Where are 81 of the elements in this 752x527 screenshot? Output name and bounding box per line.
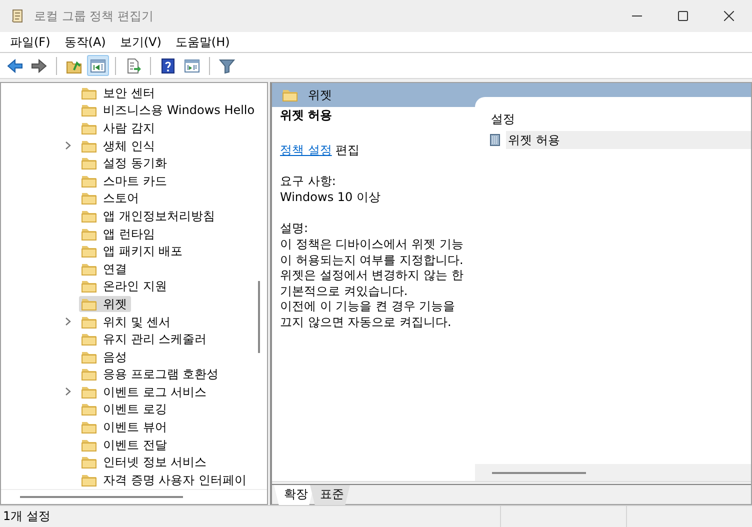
filter-icon xyxy=(219,58,235,74)
folder-icon xyxy=(81,103,97,118)
folder-icon xyxy=(81,332,97,346)
description-label: 설명: xyxy=(280,221,310,237)
tree-item[interactable]: 연결 xyxy=(79,260,131,277)
tree-item[interactable]: 위젯 xyxy=(79,296,131,312)
menu-item[interactable]: 동작(A) xyxy=(57,32,113,52)
tree-item[interactable]: 이벤트 로그 서비스 xyxy=(79,384,211,400)
close-icon[interactable] xyxy=(724,11,734,21)
folder-icon xyxy=(81,420,97,434)
folder-icon xyxy=(81,296,97,311)
tree-item[interactable]: 보안 센터 xyxy=(79,84,159,101)
horizontal-scrollbar[interactable] xyxy=(475,464,751,481)
expand-chevron-icon[interactable] xyxy=(65,317,71,326)
tree-item[interactable]: 사람 감지 xyxy=(79,120,159,136)
status-text: 1개 설정 xyxy=(2,508,52,525)
window-title: 로컬 그룹 정책 편집기 xyxy=(34,8,154,24)
folder-icon xyxy=(81,120,97,135)
show-tree-icon xyxy=(90,58,106,74)
view-tab[interactable]: 확장 xyxy=(274,485,314,505)
folder-icon xyxy=(81,156,97,170)
policy-settings-link[interactable]: 정책 설정 xyxy=(280,142,332,157)
folder-icon xyxy=(81,191,97,206)
expand-chevron-icon[interactable] xyxy=(65,387,71,396)
requirements-text: Windows 10 이상 xyxy=(280,190,382,206)
tree-item[interactable]: 스토어 xyxy=(79,190,143,206)
description-text: 이전에 이 기능을 켠 경우 기능을 끄지 않으면 자동으로 켜집니다. xyxy=(280,299,456,331)
back-arrow-icon xyxy=(7,58,23,74)
tree-item[interactable]: 인터넷 정보 서비스 xyxy=(79,454,211,470)
pane-header-title: 위젯 xyxy=(308,86,332,104)
menu-item[interactable]: 파일(F) xyxy=(3,32,58,52)
tree-item[interactable]: 비즈니스용 Windows Hello xyxy=(79,102,254,118)
tree-item[interactable]: 이벤트 전달 xyxy=(79,436,171,453)
tree-item[interactable]: 이벤트 로깅 xyxy=(79,401,171,418)
folder-icon xyxy=(81,384,97,399)
column-header[interactable]: 설정 xyxy=(475,112,751,131)
tree-item[interactable]: 앱 개인정보처리방침 xyxy=(79,208,219,224)
folder-icon xyxy=(81,86,97,100)
folder-icon xyxy=(81,279,97,294)
tree-item[interactable]: 설정 동기화 xyxy=(79,155,171,172)
folder-icon xyxy=(81,262,97,276)
folder-icon xyxy=(81,208,97,223)
tree-item[interactable]: 앱 패키지 배포 xyxy=(79,243,187,260)
action-pane-icon xyxy=(184,58,200,74)
tree-item[interactable]: 온라인 지원 xyxy=(79,278,171,294)
tree-item[interactable]: 스마트 카드 xyxy=(79,172,171,189)
folder-icon xyxy=(81,174,97,188)
setting-row[interactable]: 위젯 허용 xyxy=(506,131,751,149)
folder-icon xyxy=(282,88,298,102)
view-tab[interactable]: 표준 xyxy=(310,485,350,505)
help-icon xyxy=(160,58,176,74)
folder-icon xyxy=(81,244,97,258)
folder-icon xyxy=(81,350,97,364)
forward-arrow-icon xyxy=(31,58,47,74)
policy-setting-icon xyxy=(490,134,500,146)
maximize-icon[interactable] xyxy=(678,11,688,21)
folder-icon xyxy=(81,472,97,487)
tree-item[interactable]: 이벤트 뷰어 xyxy=(79,419,171,436)
folder-icon xyxy=(81,226,97,241)
tree-item[interactable]: 자격 증명 사용자 인터페이 xyxy=(79,472,250,488)
edit-label: 편집 xyxy=(336,142,360,157)
tree-item[interactable]: 음성 xyxy=(79,348,131,365)
folder-icon xyxy=(81,455,97,470)
description-text: 이 정책은 디바이스에서 위젯 기능이 허용되는지 여부를 지정합니다. xyxy=(280,236,464,268)
folder-icon xyxy=(81,138,97,153)
requirements-label: 요구 사항: xyxy=(280,174,337,190)
description-text: 위젯은 설정에서 변경하지 않는 한 기본적으로 켜있습니다. xyxy=(280,268,464,300)
folder-icon xyxy=(81,367,97,382)
expand-chevron-icon[interactable] xyxy=(65,141,71,150)
tree-item[interactable]: 응용 프로그램 호환성 xyxy=(79,366,223,382)
menu-item[interactable]: 도움말(H) xyxy=(168,32,237,52)
folder-icon xyxy=(81,314,97,329)
tree-item[interactable]: 위치 및 센서 xyxy=(79,314,175,330)
export-list-icon xyxy=(125,58,141,74)
policy-title: 위젯 허용 xyxy=(280,108,334,124)
tree-item[interactable]: 유지 관리 스케줄러 xyxy=(79,331,211,348)
menu-item[interactable]: 보기(V) xyxy=(112,32,168,52)
folder-icon xyxy=(81,402,97,416)
tree-item[interactable]: 생체 인식 xyxy=(79,138,159,154)
tree-item[interactable]: 앱 런타임 xyxy=(79,226,159,242)
folder-icon xyxy=(81,438,97,452)
